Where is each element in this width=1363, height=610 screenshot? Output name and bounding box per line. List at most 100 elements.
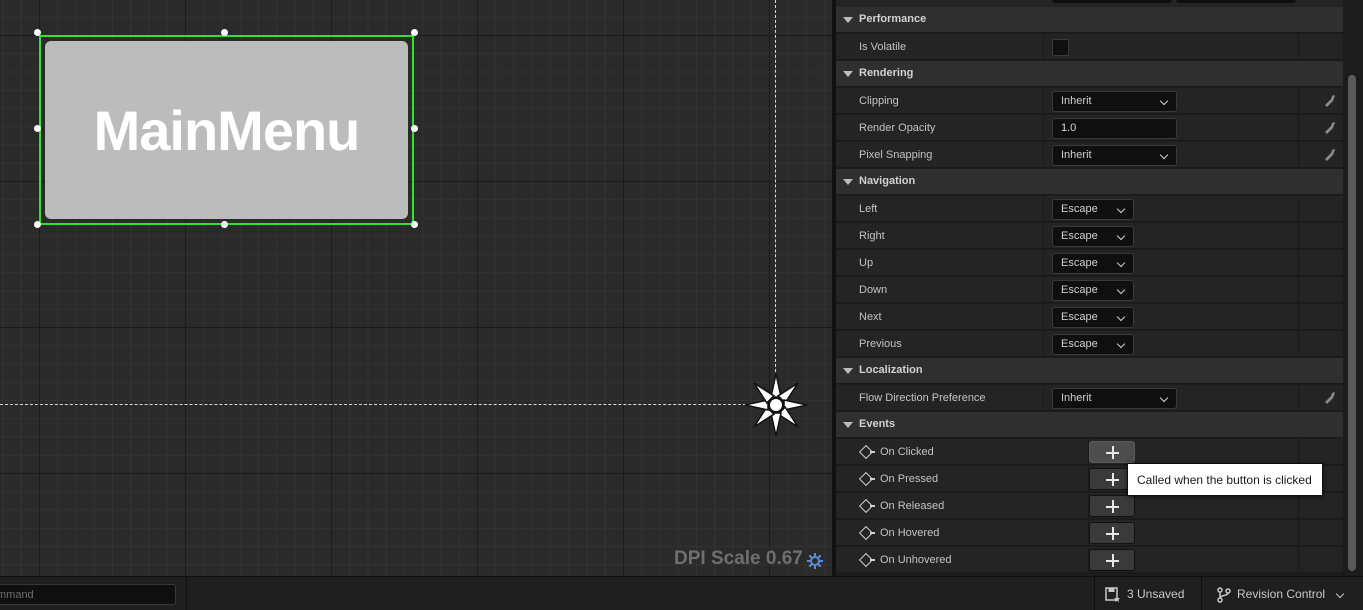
category-performance[interactable]: Performance	[836, 7, 1343, 33]
property-label: Is Volatile	[859, 41, 907, 53]
collapse-arrow-icon	[843, 179, 853, 185]
resize-handle-top[interactable]	[221, 29, 228, 36]
event-on-hovered: On Hovered	[836, 520, 1343, 546]
nav-up-dropdown[interactable]: Escape	[1052, 253, 1134, 274]
event-on-released: On Released	[836, 493, 1343, 519]
category-localization[interactable]: Localization	[836, 358, 1343, 384]
category-title: Rendering	[859, 67, 914, 79]
chevron-down-icon	[1116, 258, 1126, 268]
category-title: Navigation	[859, 175, 916, 187]
is-volatile-checkbox[interactable]	[1052, 39, 1069, 56]
property-render-opacity: Render Opacity 1.0	[836, 115, 1343, 141]
property-label: Render Opacity	[859, 122, 936, 134]
reset-to-default-icon[interactable]	[1322, 148, 1336, 162]
event-label: On Pressed	[880, 473, 939, 485]
property-nav-up: Up Escape	[836, 250, 1343, 276]
property-label: Next	[859, 311, 882, 323]
nav-previous-dropdown[interactable]: Escape	[1052, 334, 1134, 355]
render-opacity-input[interactable]: 1.0	[1052, 118, 1177, 139]
nav-down-dropdown[interactable]: Escape	[1052, 280, 1134, 301]
unsaved-assets-icon	[1105, 587, 1120, 602]
add-event-button[interactable]	[1089, 522, 1135, 544]
property-flow-direction: Flow Direction Preference Inherit	[836, 385, 1343, 411]
details-scrollbar-thumb[interactable]	[1348, 75, 1356, 571]
dropdown-value: Escape	[1061, 203, 1098, 215]
chevron-down-icon	[1116, 285, 1126, 295]
resize-handle-bottom-right[interactable]	[411, 221, 418, 228]
reset-to-default-icon[interactable]	[1322, 121, 1336, 135]
selected-widget-outline[interactable]: MainMenu	[39, 35, 414, 225]
pixel-snapping-dropdown[interactable]: Inherit	[1052, 145, 1177, 166]
collapse-arrow-icon	[843, 422, 853, 428]
gear-icon[interactable]	[806, 552, 824, 570]
category-navigation[interactable]: Navigation	[836, 169, 1343, 195]
dropdown-value: Inherit	[1061, 392, 1092, 404]
collapse-arrow-icon	[843, 368, 853, 374]
chevron-down-icon	[1116, 312, 1126, 322]
resize-handle-bottom[interactable]	[221, 221, 228, 228]
chevron-down-icon	[1335, 589, 1345, 599]
property-label: Pixel Snapping	[859, 149, 933, 161]
event-label: On Released	[880, 500, 945, 512]
widget-text: MainMenu	[93, 98, 361, 162]
nav-next-dropdown[interactable]: Escape	[1052, 307, 1134, 328]
horizontal-guide-line	[0, 404, 746, 405]
mainmenu-button-widget[interactable]: MainMenu	[45, 41, 408, 219]
property-label: Left	[859, 203, 878, 215]
clipping-dropdown[interactable]: Inherit	[1052, 91, 1177, 112]
resize-handle-top-right[interactable]	[411, 29, 418, 36]
revision-control-button[interactable]: Revision Control	[1237, 587, 1325, 601]
add-event-button[interactable]	[1089, 549, 1135, 571]
flow-direction-dropdown[interactable]: Inherit	[1052, 388, 1177, 409]
dropdown-value: Escape	[1061, 284, 1098, 296]
event-label: On Hovered	[880, 527, 940, 539]
property-nav-previous: Previous Escape	[836, 331, 1343, 357]
status-bar: mmand 3 Unsaved Revision Control	[0, 576, 1363, 610]
designer-canvas[interactable]: MainMenu DPI Scale 0.67	[0, 0, 832, 576]
property-label: Down	[859, 284, 888, 296]
vertical-guide-line	[775, 0, 776, 372]
property-nav-left: Left Escape	[836, 196, 1343, 222]
on-clicked-tooltip: Called when the button is clicked	[1127, 463, 1323, 496]
chevron-down-icon	[1116, 339, 1126, 349]
property-label: Up	[859, 257, 874, 269]
property-label: Previous	[859, 338, 902, 350]
property-pixel-snapping: Pixel Snapping Inherit	[836, 142, 1343, 168]
anchor-flower-icon[interactable]	[744, 373, 808, 437]
add-event-button[interactable]	[1089, 441, 1135, 463]
property-nav-right: Right Escape	[836, 223, 1343, 249]
property-label: Clipping	[859, 95, 899, 107]
chevron-down-icon	[1159, 393, 1169, 403]
property-label: Flow Direction Preference	[859, 392, 986, 404]
collapse-arrow-icon	[843, 71, 853, 77]
resize-handle-top-left[interactable]	[34, 29, 41, 36]
nav-right-dropdown[interactable]: Escape	[1052, 226, 1134, 247]
reset-to-default-icon[interactable]	[1322, 94, 1336, 108]
collapse-arrow-icon	[843, 17, 853, 23]
console-command-input[interactable]: mmand	[0, 584, 176, 605]
chevron-down-icon	[1116, 231, 1126, 241]
resize-handle-right[interactable]	[411, 125, 418, 132]
dropdown-value: Escape	[1061, 311, 1098, 323]
previous-row-remnant	[836, 0, 1343, 7]
property-nav-down: Down Escape	[836, 277, 1343, 303]
branch-icon	[1217, 587, 1231, 603]
dropdown-value: Escape	[1061, 257, 1098, 269]
category-rendering[interactable]: Rendering	[836, 61, 1343, 87]
unsaved-button[interactable]: 3 Unsaved	[1127, 587, 1184, 601]
add-event-button[interactable]	[1089, 495, 1135, 517]
category-title: Performance	[859, 13, 927, 25]
resize-handle-bottom-left[interactable]	[34, 221, 41, 228]
event-label: On Clicked	[880, 446, 934, 458]
resize-handle-left[interactable]	[34, 125, 41, 132]
dropdown-value: Inherit	[1061, 149, 1092, 161]
nav-left-dropdown[interactable]: Escape	[1052, 199, 1134, 220]
chevron-down-icon	[1159, 96, 1169, 106]
category-title: Localization	[859, 364, 923, 376]
chevron-down-icon	[1116, 204, 1126, 214]
property-clipping: Clipping Inherit	[836, 88, 1343, 114]
dpi-scale-label: DPI Scale 0.67	[674, 548, 803, 569]
reset-to-default-icon[interactable]	[1322, 391, 1336, 405]
category-events[interactable]: Events	[836, 412, 1343, 438]
dropdown-value: Escape	[1061, 338, 1098, 350]
